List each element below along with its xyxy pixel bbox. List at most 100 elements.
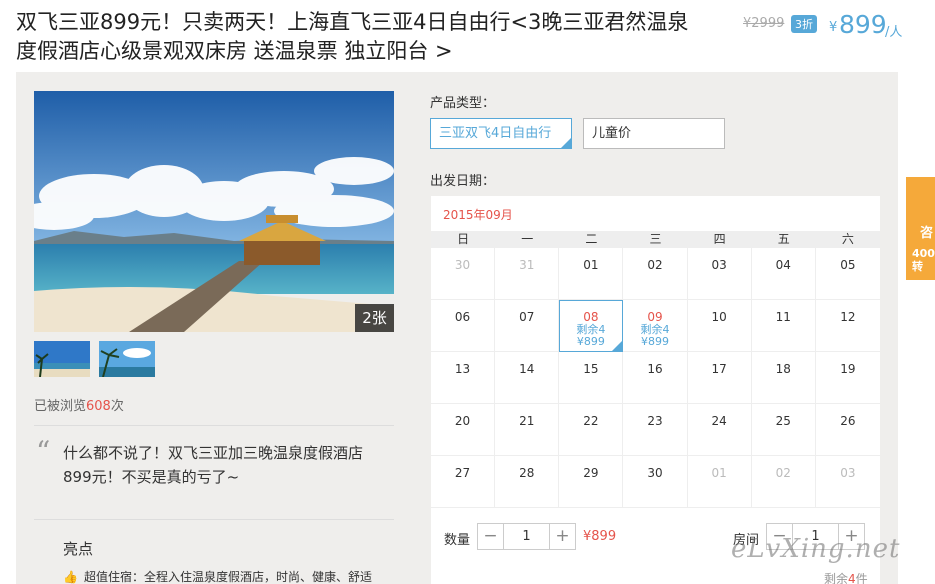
day-number: 04: [775, 258, 791, 272]
thumbnail-2[interactable]: [99, 341, 155, 377]
calendar-day: 26: [815, 404, 880, 456]
calendar-day: 22: [559, 404, 624, 456]
weekday-thu: 四: [713, 232, 726, 246]
currency-symbol: ¥: [829, 20, 838, 35]
day-number: 30: [454, 258, 471, 272]
quote-icon: “: [36, 435, 51, 468]
quantity-label: 数量: [444, 533, 471, 548]
calendar-day: 18: [751, 352, 816, 404]
calendar-day: 17: [687, 352, 752, 404]
day-number: 25: [775, 414, 791, 428]
calendar-weekday-header: 日 一 二 三 四 五 六: [431, 231, 880, 248]
day-number: 26: [840, 414, 856, 428]
weekday-sat: 六: [841, 232, 854, 246]
calendar-day: 30: [623, 456, 688, 508]
thumbs-up-icon: 👍: [63, 570, 78, 584]
calendar-month: 2015年09月: [443, 208, 513, 222]
calendar-day: 16: [623, 352, 688, 404]
calendar-day: 01: [559, 248, 624, 300]
divider: [34, 425, 394, 426]
calendar-day-available[interactable]: 08 剩余4 ¥899: [559, 300, 624, 352]
calendar-day: 20: [431, 404, 496, 456]
day-number: 17: [711, 362, 727, 376]
calendar-day: 03: [815, 456, 880, 508]
discount-badge: 3折: [791, 15, 817, 33]
calendar-day: 30: [431, 248, 496, 300]
day-number: 16: [647, 362, 663, 376]
day-number: 03: [840, 466, 856, 480]
main-photo[interactable]: 2张: [34, 91, 394, 332]
calendar-day: 03: [687, 248, 752, 300]
day-number: 22: [583, 414, 599, 428]
site-watermark: eLvXing.net: [731, 534, 901, 564]
day-number: 30: [647, 466, 663, 480]
check-corner-icon: [560, 137, 572, 149]
price-unit: /人: [885, 25, 903, 40]
day-number: 03: [711, 258, 727, 272]
day-number: 06: [454, 310, 471, 324]
day-number: 18: [775, 362, 791, 376]
thumbnail-image: [99, 341, 155, 377]
calendar-grid: 30 31 01 02 03 04 05 06 07 08 剩余4 ¥899 09 剩余4 ¥899 10 11…: [431, 248, 880, 508]
calendar-day: 14: [495, 352, 560, 404]
quantity-minus-button[interactable]: −: [478, 524, 503, 549]
subtotal-price: ¥899: [583, 529, 617, 544]
calendar-day: 11: [751, 300, 816, 352]
price-box: ¥2999 3折 ¥ 899 /人: [743, 10, 913, 40]
highlights-title: 亮点: [63, 540, 94, 558]
day-number: 10: [711, 310, 727, 324]
current-price: 899: [839, 10, 887, 39]
thumbnail-image: [34, 341, 90, 377]
view-count-number: 608: [86, 399, 111, 414]
calendar-day: 29: [559, 456, 624, 508]
view-count: 已被浏览608次: [34, 399, 124, 414]
calendar-day: 25: [751, 404, 816, 456]
calendar-day: 04: [751, 248, 816, 300]
day-number: 11: [775, 310, 791, 324]
calendar-day: 06: [431, 300, 496, 352]
thumbnail-1[interactable]: [34, 341, 90, 377]
calendar-day: 12: [815, 300, 880, 352]
day-number: 13: [454, 362, 471, 376]
calendar-day: 07: [495, 300, 560, 352]
beach-pavilion-image: [34, 91, 394, 332]
weekday-fri: 五: [777, 232, 790, 246]
check-corner-icon: [611, 340, 624, 352]
day-number: 27: [454, 466, 471, 480]
calendar-day: 05: [815, 248, 880, 300]
divider: [34, 519, 394, 520]
product-summary: 什么都不说了！双飞三亚加三晚温泉度假酒店899元！不买是真的亏了~: [63, 444, 364, 486]
day-number: 19: [840, 362, 856, 376]
day-number: 07: [519, 310, 535, 324]
calendar-day-available[interactable]: 09 剩余4 ¥899: [623, 300, 688, 352]
day-number: 28: [519, 466, 535, 480]
day-number: 24: [711, 414, 727, 428]
day-price: ¥899: [640, 335, 669, 348]
weekday-tue: 二: [585, 232, 598, 246]
calendar-day: 13: [431, 352, 496, 404]
day-number: 29: [583, 466, 599, 480]
photo-count-badge[interactable]: 2张: [355, 304, 394, 332]
day-number: 12: [840, 310, 856, 324]
calendar-day: 01: [687, 456, 752, 508]
calendar-day: 02: [751, 456, 816, 508]
day-number: 01: [711, 466, 727, 480]
calendar-day: 19: [815, 352, 880, 404]
calendar-day: 10: [687, 300, 752, 352]
remaining-stock: 剩余4件: [824, 572, 868, 584]
quantity-input[interactable]: 1: [503, 524, 550, 549]
day-number: 23: [647, 414, 663, 428]
day-number: 05: [840, 258, 856, 272]
product-type-option[interactable]: 儿童价: [583, 118, 725, 149]
day-number: 21: [519, 414, 535, 428]
day-number: 31: [519, 258, 535, 272]
consult-side-tab[interactable]: 咨 400 转: [906, 177, 935, 280]
product-type-option-selected[interactable]: 三亚双飞4日自由行: [430, 118, 572, 149]
day-number: 20: [454, 414, 471, 428]
quantity-plus-button[interactable]: +: [550, 524, 575, 549]
calendar-day: 15: [559, 352, 624, 404]
calendar-day: 21: [495, 404, 560, 456]
weekday-mon: 一: [521, 232, 534, 246]
side-tab-phone: 400 转: [912, 247, 935, 273]
weekday-sun: 日: [457, 232, 470, 246]
